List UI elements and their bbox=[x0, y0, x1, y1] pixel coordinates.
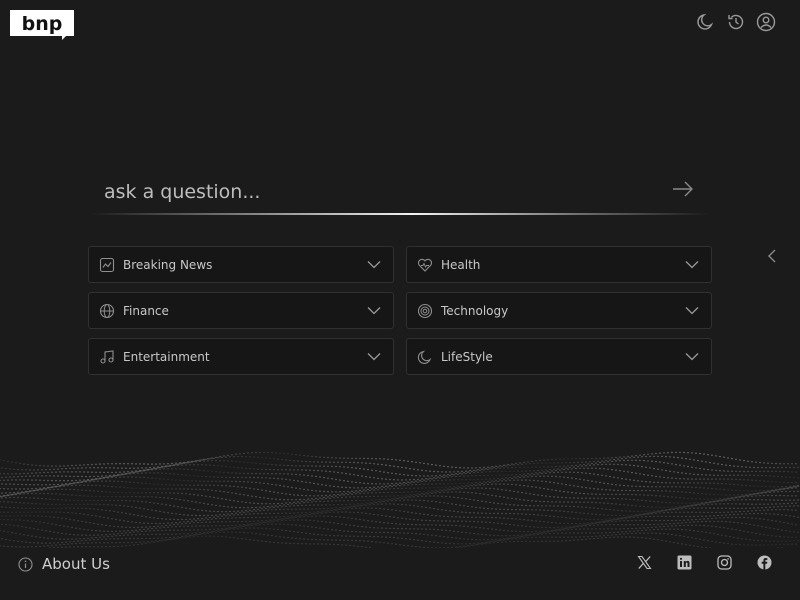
header-actions bbox=[696, 12, 776, 32]
search-input[interactable] bbox=[90, 170, 660, 214]
category-technology[interactable]: Technology bbox=[406, 292, 712, 329]
category-label: Breaking News bbox=[123, 257, 213, 272]
chevron-down-icon[interactable] bbox=[367, 352, 381, 361]
instagram-icon[interactable] bbox=[717, 555, 732, 570]
moon-icon[interactable] bbox=[696, 12, 716, 32]
category-label: LifeStyle bbox=[441, 349, 493, 364]
about-us-label: About Us bbox=[42, 555, 110, 573]
about-us-link[interactable]: About Us bbox=[18, 555, 110, 573]
chip-icon bbox=[417, 303, 433, 318]
background-wave bbox=[0, 451, 799, 548]
chevron-down-icon[interactable] bbox=[367, 260, 381, 269]
music-icon bbox=[100, 349, 114, 364]
moon-icon bbox=[417, 350, 432, 364]
category-lifestyle[interactable]: LifeStyle bbox=[406, 338, 712, 375]
user-icon[interactable] bbox=[756, 12, 776, 32]
search-underline bbox=[90, 213, 710, 215]
category-entertainment[interactable]: Entertainment bbox=[88, 338, 394, 375]
search-bar bbox=[90, 170, 710, 216]
category-label: Entertainment bbox=[123, 349, 210, 364]
arrow-right-icon[interactable] bbox=[672, 180, 694, 198]
history-icon[interactable] bbox=[726, 12, 746, 32]
heart-icon bbox=[417, 258, 433, 272]
x-icon[interactable] bbox=[637, 555, 652, 570]
trend-chart-icon bbox=[99, 257, 115, 272]
social-links bbox=[637, 555, 772, 570]
info-icon bbox=[18, 556, 33, 572]
chevron-down-icon[interactable] bbox=[367, 306, 381, 315]
category-label: Finance bbox=[123, 303, 169, 318]
linkedin-icon[interactable] bbox=[677, 555, 692, 570]
chevron-down-icon[interactable] bbox=[685, 260, 699, 269]
category-health[interactable]: Health bbox=[406, 246, 712, 283]
category-finance[interactable]: Finance bbox=[88, 292, 394, 329]
category-label: Technology bbox=[441, 303, 509, 318]
wave-dots bbox=[0, 451, 799, 548]
chevron-left-icon[interactable] bbox=[766, 249, 778, 263]
bnp-logo[interactable]: bnp bbox=[8, 8, 76, 40]
category-grid: Breaking News Health Finance Technology … bbox=[88, 246, 712, 375]
globe-icon bbox=[99, 303, 115, 318]
logo-text: bnp bbox=[22, 13, 63, 35]
category-label: Health bbox=[441, 257, 481, 272]
chevron-down-icon[interactable] bbox=[685, 352, 699, 361]
category-breaking-news[interactable]: Breaking News bbox=[88, 246, 394, 283]
chevron-down-icon[interactable] bbox=[685, 306, 699, 315]
facebook-icon[interactable] bbox=[757, 555, 772, 570]
